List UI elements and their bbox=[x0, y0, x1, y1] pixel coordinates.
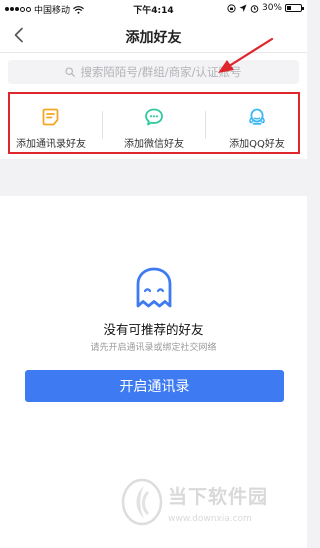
search-placeholder: 搜索陌陌号/群组/商家/认证账号 bbox=[80, 65, 242, 79]
search-area: 搜索陌陌号/群组/商家/认证账号 bbox=[0, 53, 307, 91]
contacts-book-icon bbox=[42, 108, 59, 126]
ghost-icon bbox=[136, 267, 172, 308]
watermark-url: www.downxia.com bbox=[168, 514, 252, 524]
action-label: 添加微信好友 bbox=[124, 139, 184, 150]
empty-state-title: 没有可推荐的好友 bbox=[103, 322, 204, 337]
add-wechat-friend-button[interactable]: 添加微信好友 bbox=[103, 91, 205, 159]
search-icon bbox=[65, 67, 76, 77]
add-friend-options: 添加通讯录好友 添加微信好友 添加QQ好友 bbox=[0, 91, 307, 159]
status-right: 30% bbox=[227, 3, 304, 13]
action-label: 添加QQ好友 bbox=[229, 139, 285, 150]
battery-percent: 30% bbox=[261, 3, 282, 13]
page-title: 添加好友 bbox=[125, 30, 182, 46]
location-arrow-icon bbox=[239, 4, 247, 12]
empty-state-subtitle: 请先开启通讯录或绑定社交网络 bbox=[90, 343, 217, 353]
watermark-logo-icon bbox=[121, 478, 163, 526]
wechat-icon bbox=[145, 108, 163, 126]
action-label: 添加通讯录好友 bbox=[16, 139, 86, 150]
watermark: 当下软件园 www.downxia.com bbox=[118, 474, 308, 544]
add-contacts-friend-button[interactable]: 添加通讯录好友 bbox=[0, 91, 102, 159]
nav-bar: 添加好友 bbox=[0, 18, 307, 53]
empty-state-panel: 没有可推荐的好友 请先开启通讯录或绑定社交网络 开启通讯录 当下软件园 www.… bbox=[0, 196, 307, 548]
qq-penguin-icon bbox=[249, 108, 265, 125]
alarm-clock-icon bbox=[250, 4, 259, 13]
open-contacts-button[interactable]: 开启通讯录 bbox=[25, 370, 284, 402]
search-input[interactable]: 搜索陌陌号/群组/商家/认证账号 bbox=[8, 60, 299, 84]
rotation-lock-icon bbox=[227, 3, 236, 13]
add-qq-friend-button[interactable]: 添加QQ好友 bbox=[206, 91, 308, 159]
watermark-name: 当下软件园 bbox=[168, 486, 269, 508]
status-bar: 中国移动 下午4:14 30% bbox=[0, 0, 307, 18]
battery-icon bbox=[285, 4, 304, 12]
